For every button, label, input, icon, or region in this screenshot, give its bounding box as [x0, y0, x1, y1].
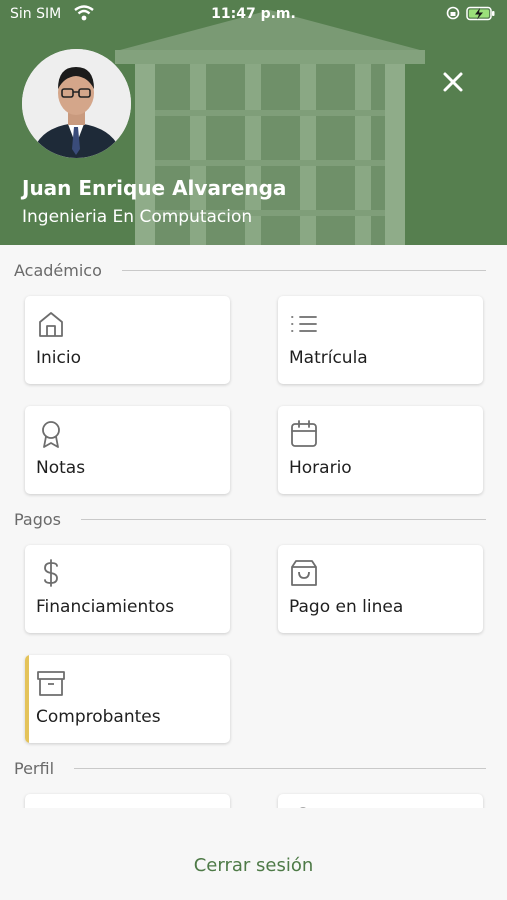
- section-divider: [74, 767, 486, 769]
- section-title-pagos: Pagos: [14, 509, 62, 529]
- menu-item-matricula[interactable]: Matrícula: [278, 296, 483, 384]
- battery-charging-icon: [466, 6, 495, 21]
- home-icon: [39, 312, 63, 337]
- section-perfil: Perfil: [14, 758, 486, 778]
- menu-item-inicio[interactable]: Inicio: [25, 296, 230, 384]
- shopping-bag-icon: [291, 560, 317, 586]
- section-divider: [81, 518, 486, 520]
- dollar-icon: [44, 559, 58, 587]
- section-academico: Académico: [14, 260, 486, 280]
- section-title-perfil: Perfil: [14, 758, 55, 778]
- section-divider: [121, 269, 486, 271]
- calendar-icon: [291, 420, 317, 447]
- menu-item-label: Financiamientos: [36, 597, 175, 617]
- status-time: 11:47 p.m.: [211, 6, 296, 22]
- logout-button[interactable]: Cerrar sesión: [0, 855, 507, 876]
- drawer-footer: Cerrar sesión: [0, 808, 507, 900]
- menu-item-label: Matrícula: [289, 348, 368, 368]
- menu-item-horario[interactable]: Horario: [278, 406, 483, 494]
- menu-item-label: Horario: [289, 458, 352, 478]
- menu-item-comprobantes[interactable]: Comprobantes: [25, 655, 230, 743]
- menu-item-label: Notas: [36, 458, 86, 478]
- menu-item-label: Inicio: [36, 348, 81, 368]
- user-photo: [22, 49, 131, 158]
- menu-item-notas[interactable]: Notas: [25, 406, 230, 494]
- avatar[interactable]: [22, 49, 131, 158]
- orientation-lock-icon: [446, 6, 460, 20]
- archive-icon: [37, 671, 65, 696]
- menu-item-label: Pago en linea: [289, 597, 404, 617]
- menu-item-label: Comprobantes: [36, 707, 161, 727]
- status-bar: Sin SIM 11:47 p.m.: [0, 0, 507, 32]
- section-title-academico: Académico: [14, 260, 102, 280]
- section-pagos: Pagos: [14, 509, 486, 529]
- menu-item-financiamientos[interactable]: Financiamientos: [25, 545, 230, 633]
- drawer-header: Sin SIM 11:47 p.m. Juan Enrique Alvareng…: [0, 0, 507, 245]
- user-career: Ingenieria En Computacion: [22, 207, 253, 227]
- award-icon: [42, 421, 60, 448]
- menu-item-pago-en-linea[interactable]: Pago en linea: [278, 545, 483, 633]
- list-icon: [291, 316, 317, 332]
- close-icon: [443, 72, 463, 92]
- close-button[interactable]: [436, 65, 470, 99]
- user-name: Juan Enrique Alvarenga: [22, 176, 287, 200]
